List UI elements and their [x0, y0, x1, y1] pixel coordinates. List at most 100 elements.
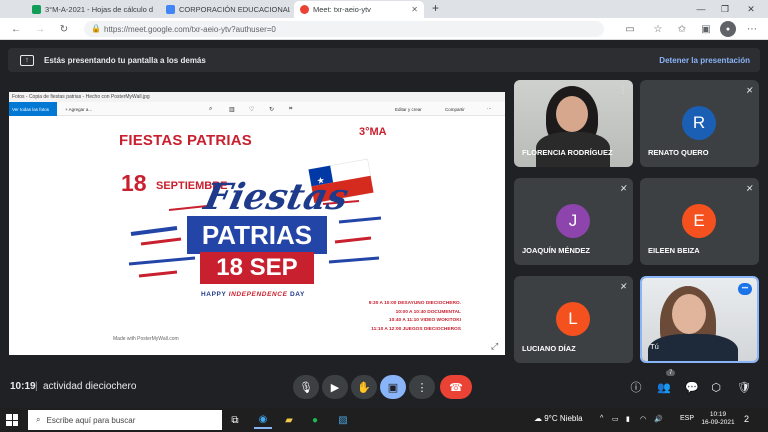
windows-taskbar: ⌕ Escribe aquí para buscar ⧉ ◉ ▰ ● ▨ ☁ 9… [0, 408, 768, 432]
taskbar-time: 10:19 [709, 411, 727, 418]
chat-icon[interactable]: 💬 [684, 379, 700, 395]
star-icon[interactable]: ✩ [674, 21, 690, 37]
leave-call-button[interactable]: ☎ [440, 375, 472, 399]
microphone-button[interactable]: 🎙 [293, 375, 319, 399]
participant-tile-eileen[interactable]: ✕̸ E EILEEN BEIZA [640, 178, 759, 265]
notification-count: 2 [744, 414, 750, 424]
tab-corporacion[interactable]: CORPORACIÓN EDUCACIONAL ✕ [160, 1, 290, 18]
wifi-icon[interactable]: ◠ [640, 415, 646, 423]
tab-spreadsheet[interactable]: 3°M-A-2021 - Hojas de cálculo d ✕ [26, 1, 156, 18]
info-icon[interactable]: ⓘ [628, 379, 644, 395]
tray-chevron-icon[interactable]: ^ [600, 415, 603, 422]
taskbar-search-field[interactable]: ⌕ Escribe aquí para buscar [28, 410, 222, 430]
volume-icon[interactable]: 🔊 [654, 415, 663, 423]
activities-icon[interactable]: ⬡ [708, 379, 724, 395]
expand-icon[interactable]: ⤢ [491, 341, 498, 352]
more-vertical-icon: ⋮ [416, 381, 428, 394]
participant-tile-luciano[interactable]: ✕̸ L LUCIANO DÍAZ [514, 276, 633, 363]
new-tab-button[interactable]: + [432, 1, 439, 15]
flyer-schedule: 9:30 A 10:00 DESAYUNO DIECIOCHERO. 10:00… [311, 300, 461, 334]
mic-off-icon: ✕̸ [620, 282, 627, 291]
tab-title: CORPORACIÓN EDUCACIONAL [179, 5, 290, 14]
participant-name: JOAQUÍN MÉNDEZ [522, 246, 590, 255]
speaking-icon: ⋮ [619, 86, 627, 95]
browser-tab-strip: 3°M-A-2021 - Hojas de cálculo d ✕ CORPOR… [0, 0, 768, 18]
video-camera-icon: ▶ [330, 381, 340, 394]
participant-name: LUCIANO DÍAZ [522, 344, 576, 353]
participant-tile-florencia[interactable]: ⋮ FLORENCIA RODRÍGUEZ [514, 80, 633, 167]
present-screen-icon: ▣ [387, 381, 399, 394]
microphone-icon: 🎙 [299, 381, 313, 394]
back-icon[interactable]: ← [8, 21, 24, 37]
independence-word: INDEPENDENCE [228, 291, 288, 298]
avatar: R [682, 106, 716, 140]
spotify-icon[interactable]: ● [306, 411, 324, 429]
person-face [556, 96, 588, 132]
happy-word: HAPPY [201, 291, 229, 298]
participant-name: FLORENCIA RODRÍGUEZ [522, 148, 613, 157]
url-field[interactable]: 🔒 https://meet.google.com/txr-aeio-ytv?a… [84, 21, 604, 37]
file-explorer-icon[interactable]: ▰ [280, 411, 298, 429]
raise-hand-button[interactable]: ✋ [351, 375, 377, 399]
schedule-item: 10:00 A 10:40 DOCUMENTAL [395, 309, 461, 315]
notification-icon[interactable]: 2 [744, 414, 749, 424]
meeting-clock: 10:19 [10, 381, 36, 392]
network-icon[interactable]: ▭ [612, 415, 619, 423]
reload-icon[interactable]: ↻ [56, 21, 72, 37]
people-icon[interactable]: 👥 [656, 379, 672, 395]
profile-avatar[interactable]: ● [720, 21, 736, 37]
menu-icon[interactable]: ⋯ [744, 21, 760, 37]
flyer-patrias-text: PATRIAS [201, 220, 313, 250]
minimize-icon[interactable]: — [690, 0, 712, 18]
favorites-icon[interactable]: ☆ [650, 21, 666, 37]
mic-off-icon: ✕̸ [746, 86, 753, 95]
participant-tile-renato[interactable]: ✕̸ R RENATO QUERO [640, 80, 759, 167]
windows-start-icon[interactable] [6, 414, 18, 426]
participant-name: EILEEN BEIZA [648, 246, 700, 255]
participant-tile-joaquin[interactable]: ✕̸ J JOAQUÍN MÉNDEZ [514, 178, 633, 265]
edge-icon[interactable]: ◉ [254, 411, 272, 429]
camera-button[interactable]: ▶ [322, 375, 348, 399]
tab-title: Meet: txr-aeio-ytv [313, 5, 371, 14]
collections-icon[interactable]: ▣ [698, 21, 714, 37]
avatar: E [682, 204, 716, 238]
task-view-icon[interactable]: ⧉ [226, 411, 244, 429]
weather-text: 9°C Niebla [544, 414, 583, 423]
maximize-icon[interactable]: ❐ [714, 0, 736, 18]
day-word: DAY [287, 291, 305, 298]
language-indicator[interactable]: ESP [680, 415, 694, 422]
banner-text: Estás presentando tu pantalla a los demá… [44, 55, 206, 65]
tab-title: 3°M-A-2021 - Hojas de cálculo d [45, 5, 154, 14]
camera-icon[interactable]: ▭ [622, 21, 638, 37]
site-icon [166, 5, 175, 14]
more-options-button[interactable]: ⋮ [409, 375, 435, 399]
host-controls-icon[interactable]: 🛡 [736, 379, 752, 395]
lock-icon: 🔒 [91, 24, 101, 33]
flyer-script-title: Fiestas [200, 176, 353, 218]
person-body [648, 334, 738, 361]
audio-level-icon: ••• [738, 283, 752, 295]
close-icon[interactable]: ✕ [411, 5, 418, 14]
meet-icon [300, 5, 309, 14]
stop-presenting-button[interactable]: Detener la presentación [659, 56, 750, 65]
taskbar-clock[interactable]: 10:19 16-09-2021 [700, 411, 736, 427]
flyer-happy-line: HAPPY INDEPENDENCE DAY [201, 291, 305, 298]
separator: | [35, 381, 38, 392]
tab-meet[interactable]: Meet: txr-aeio-ytv ✕ [294, 1, 424, 18]
weather-widget[interactable]: ☁ 9°C Niebla [534, 414, 583, 423]
search-placeholder: Escribe aquí para buscar [46, 415, 136, 425]
close-window-icon[interactable]: ✕ [740, 0, 762, 18]
forward-icon[interactable]: → [32, 21, 48, 37]
person-face [672, 294, 706, 334]
participant-tile-self[interactable]: ••• Tú [640, 276, 759, 363]
hand-icon: ✋ [357, 381, 371, 394]
present-button[interactable]: ▣ [380, 375, 406, 399]
shared-screen: Fotos - Copia de fiestas patrias - Hecho… [9, 92, 505, 355]
mic-off-icon: ✕̸ [620, 184, 627, 193]
photos-app-icon[interactable]: ▨ [334, 411, 352, 429]
schedule-item: 9:30 A 10:00 DESAYUNO DIECIOCHERO. [368, 301, 461, 306]
schedule-item: 11:10 A 12:00 JUEGOS DIECIOCHEROS [371, 326, 461, 332]
cloud-icon: ☁ [534, 414, 542, 423]
presenting-banner: ↑ Estás presentando tu pantalla a los de… [8, 48, 760, 72]
battery-icon[interactable]: ▮ [626, 415, 630, 423]
